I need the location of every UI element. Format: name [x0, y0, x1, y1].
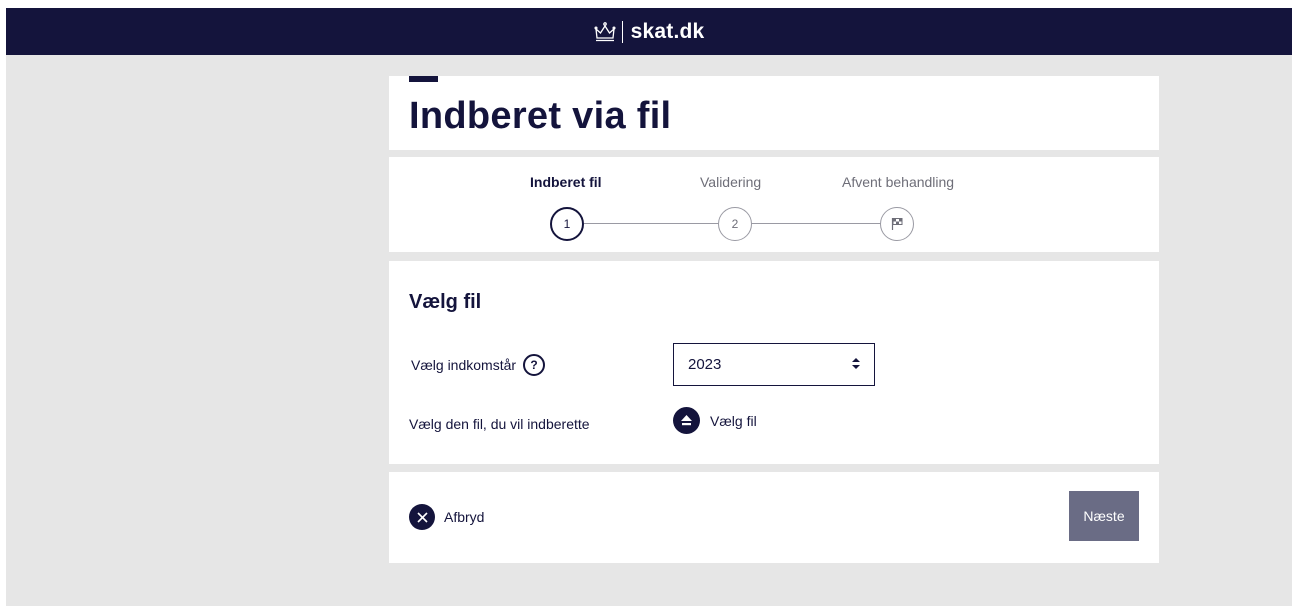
next-button[interactable]: Næste — [1069, 491, 1139, 541]
step-1-number: 1 — [563, 217, 571, 231]
flag-icon — [891, 218, 903, 230]
step-connector-2-3 — [751, 223, 881, 224]
income-year-select[interactable]: 2023 — [673, 343, 875, 386]
title-accent-bar — [409, 76, 438, 82]
choose-file-label: Vælg fil — [710, 412, 757, 429]
skat-logo[interactable]: skat.dk — [594, 20, 705, 44]
top-header-bar: skat.dk — [6, 8, 1292, 55]
section-title: Vælg fil — [409, 291, 482, 313]
close-icon — [409, 504, 435, 530]
page-background: skat.dk Indberet via fil Indberet fil Va… — [6, 8, 1292, 606]
step-3-marker — [880, 207, 914, 241]
step-1-marker: 1 — [550, 207, 584, 241]
cancel-label: Afbryd — [444, 509, 485, 525]
crown-icon — [594, 21, 616, 41]
step-label-afvent-behandling: Afvent behandling — [842, 174, 955, 190]
step-connector-1-2 — [584, 223, 719, 224]
footer-actions-card: Afbryd Næste — [389, 472, 1159, 563]
progress-stepper: Indberet fil Validering Afvent behandlin… — [389, 157, 1159, 252]
step-label-validering: Validering — [700, 174, 762, 190]
income-year-label-row: Vælg indkomstår ? — [411, 354, 546, 376]
cancel-button[interactable]: Afbryd — [409, 504, 484, 530]
step-label-indberet-fil: Indberet fil — [530, 174, 602, 190]
select-arrows-icon — [852, 357, 860, 372]
choose-file-button[interactable]: Vælg fil — [673, 407, 757, 434]
page-title: Indberet via fil — [409, 95, 672, 137]
file-label: Vælg den fil, du vil indberette — [409, 416, 590, 432]
logo-divider — [621, 20, 623, 43]
file-form-card: Vælg fil Vælg indkomstår ? 2023 Vælg den… — [389, 261, 1159, 464]
title-card: Indberet via fil — [389, 76, 1159, 150]
file-label-row: Vælg den fil, du vil indberette — [409, 416, 590, 432]
upload-arrow-icon — [673, 407, 700, 434]
logo-text: skat.dk — [630, 19, 705, 43]
step-2-number: 2 — [731, 217, 739, 231]
step-2-marker: 2 — [718, 207, 752, 241]
income-year-label: Vælg indkomstår — [411, 357, 517, 373]
help-icon[interactable]: ? — [523, 354, 546, 376]
income-year-value: 2023 — [688, 356, 722, 373]
